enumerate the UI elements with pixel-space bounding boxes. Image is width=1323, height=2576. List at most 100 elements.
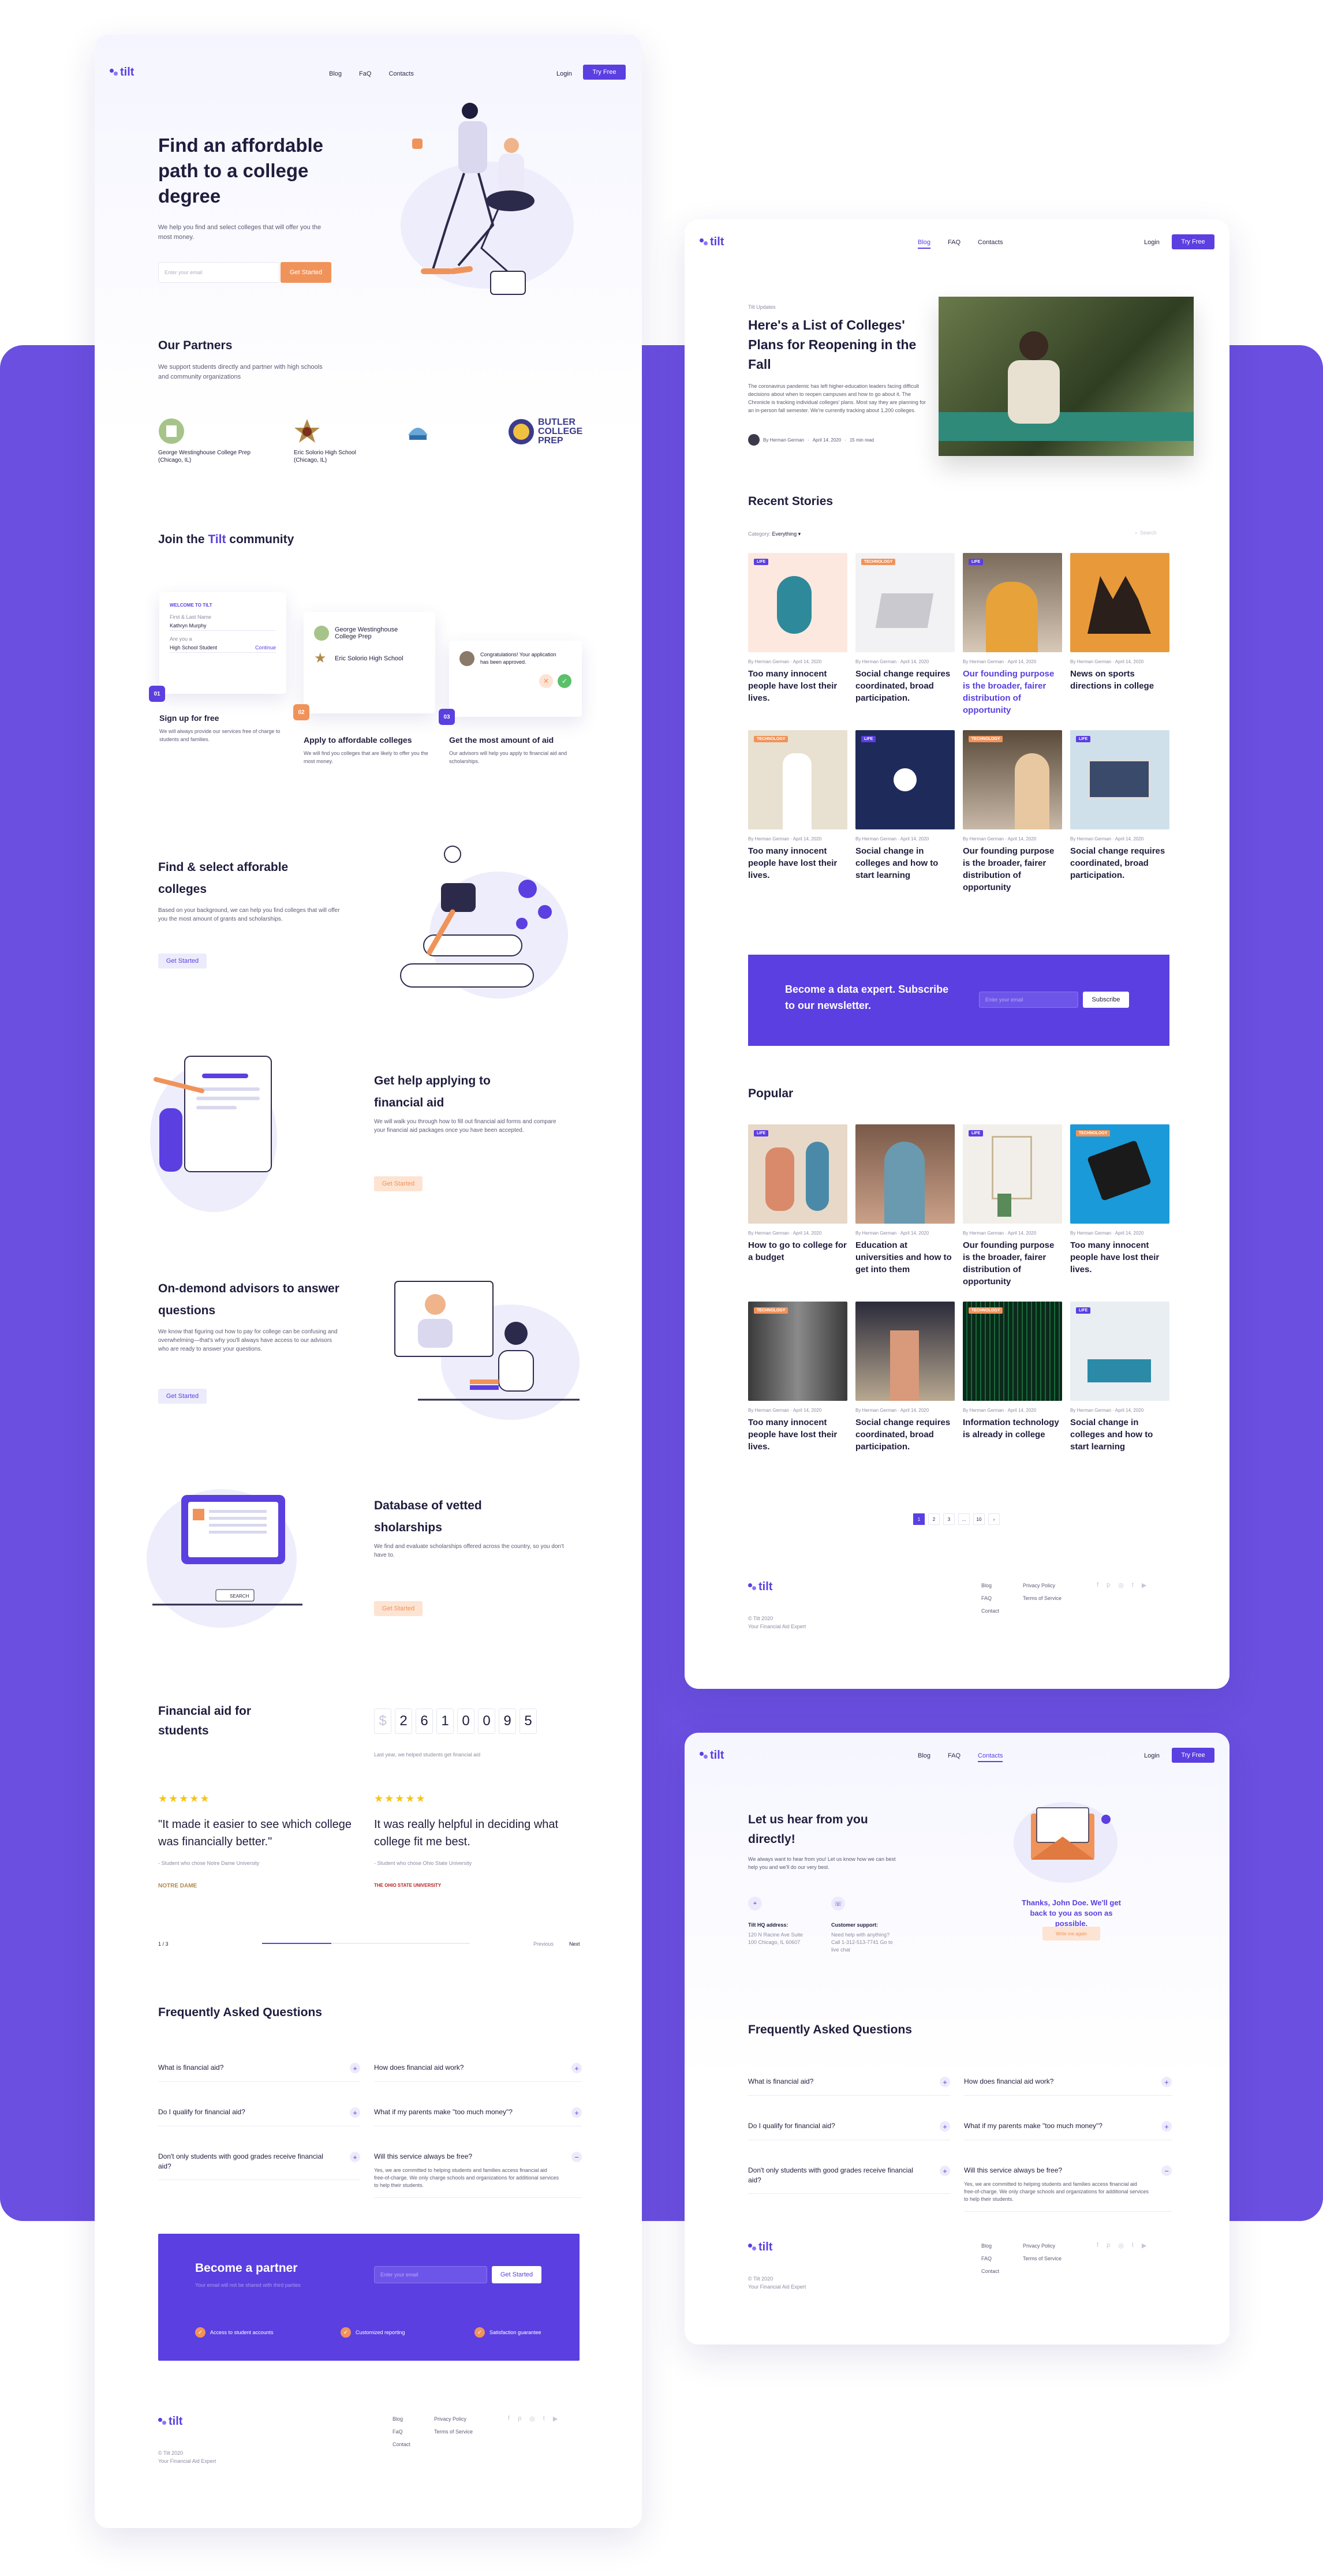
footer-link[interactable]: Blog	[981, 2239, 999, 2252]
plus-icon[interactable]: +	[940, 2166, 950, 2176]
faq-item-expanded[interactable]: Will this service always be free? − Yes, …	[964, 2166, 1172, 2212]
instagram-icon[interactable]: ◎	[1118, 2242, 1124, 2249]
footer-link[interactable]: Terms of Service	[1023, 1592, 1062, 1605]
hero-get-started-button[interactable]: Get Started	[281, 262, 331, 283]
footer-link[interactable]: Terms of Service	[434, 2425, 473, 2438]
story-card[interactable]: By Herman German · April 14, 2020 Social …	[855, 1302, 955, 1453]
plus-icon[interactable]: +	[350, 2107, 360, 2118]
plus-icon[interactable]: +	[1161, 2077, 1172, 2087]
faq-item[interactable]: How does financial aid work? +	[964, 2077, 1172, 2096]
story-card[interactable]: LIFE By Herman German · April 14, 2020 Soc…	[1070, 730, 1169, 893]
footer-logo[interactable]: tilt	[748, 1580, 772, 1594]
faq-item[interactable]: What if my parents make "too much money"…	[964, 2121, 1172, 2140]
footer-link[interactable]: Contact	[981, 1605, 999, 1617]
subscribe-button[interactable]: Subscribe	[1083, 992, 1129, 1008]
faq-item[interactable]: Do I qualify for financial aid? +	[158, 2107, 360, 2126]
plus-icon[interactable]: +	[571, 2107, 582, 2118]
story-card[interactable]: TECHNOLOGY By Herman German · April 14, 2…	[1070, 1124, 1169, 1288]
story-card[interactable]: TECHNOLOGY By Herman German · April 14, 2…	[963, 730, 1062, 893]
slider-prev[interactable]: Previous	[533, 1941, 554, 1948]
feature-get-started-button[interactable]: Get Started	[374, 1601, 423, 1616]
footer-link[interactable]: Privacy Policy	[1023, 2239, 1062, 2252]
story-card[interactable]: LIFE By Herman German · April 14, 2020 Soc…	[1070, 1302, 1169, 1453]
faq-item[interactable]: Do I qualify for financial aid? +	[748, 2121, 950, 2140]
slider-next[interactable]: Next	[569, 1941, 580, 1948]
twitter-icon[interactable]: t	[1132, 1582, 1134, 1589]
story-card[interactable]: TECHNOLOGY By Herman German · April 14, 2…	[748, 730, 847, 893]
signup-card-continue[interactable]: Continue	[255, 645, 276, 650]
footer-logo[interactable]: tilt	[748, 2241, 772, 2254]
footer-logo[interactable]: tilt	[158, 2415, 182, 2428]
partner-get-started-button[interactable]: Get Started	[492, 2266, 541, 2283]
story-card[interactable]: TECHNOLOGY By Herman German · April 14, 2…	[963, 1302, 1062, 1453]
story-card[interactable]: By Herman German · April 14, 2020 News on…	[1070, 553, 1169, 716]
feature-get-started-button[interactable]: Get Started	[158, 1389, 207, 1404]
minus-icon[interactable]: −	[571, 2152, 582, 2162]
nav-contacts[interactable]: Contacts	[978, 1752, 1003, 1762]
newsletter-email-input[interactable]: Enter your email	[979, 992, 1078, 1008]
story-card[interactable]: LIFE By Herman German · April 14, 2020 How…	[748, 1124, 847, 1288]
next-page-icon[interactable]: ›	[988, 1513, 1000, 1525]
footer-link[interactable]: Blog	[981, 1579, 999, 1592]
slider-track[interactable]	[262, 1943, 470, 1944]
story-card[interactable]: By Herman German · April 14, 2020 Educati…	[855, 1124, 955, 1288]
footer-link[interactable]: FAQ	[981, 2252, 999, 2265]
hero-email-input[interactable]: Enter your email	[158, 262, 279, 283]
footer-link[interactable]: FAQ	[981, 1592, 999, 1605]
youtube-icon[interactable]: ▶	[553, 2415, 558, 2422]
twitter-icon[interactable]: t	[1132, 2242, 1134, 2249]
story-card[interactable]: TECHNOLOGY By Herman German · April 14, 2…	[855, 553, 955, 716]
signup-card-role-select[interactable]: High School Student Continue	[170, 643, 276, 653]
try-free-button[interactable]: Try Free	[1172, 1748, 1214, 1763]
nav-blog[interactable]: Blog	[918, 1752, 930, 1762]
featured-title[interactable]: Here's a List of Colleges' Plans for Reo…	[748, 315, 921, 374]
logo[interactable]: tilt	[700, 1749, 724, 1762]
feature-get-started-button[interactable]: Get Started	[374, 1176, 423, 1191]
nav-contacts[interactable]: Contacts	[388, 70, 413, 77]
category-filter[interactable]: Category: Everything ▾	[748, 531, 801, 537]
nav-blog[interactable]: Blog	[329, 70, 342, 77]
plus-icon[interactable]: +	[350, 2063, 360, 2073]
page-button[interactable]: 1	[913, 1513, 925, 1525]
facebook-icon[interactable]: f	[1097, 2242, 1098, 2249]
story-card[interactable]: LIFE By Herman German · April 14, 2020 Our…	[963, 553, 1062, 716]
nav-faq[interactable]: FAQ	[948, 239, 961, 249]
nav-contacts[interactable]: Contacts	[978, 239, 1003, 249]
partner-email-input[interactable]: Enter your email	[374, 2266, 487, 2283]
plus-icon[interactable]: +	[1161, 2121, 1172, 2132]
faq-item[interactable]: Don't only students with good grades rec…	[158, 2152, 360, 2180]
faq-item[interactable]: What is financial aid? +	[748, 2077, 950, 2096]
approve-icon[interactable]: ✓	[558, 674, 571, 688]
footer-link[interactable]: Privacy Policy	[434, 2413, 473, 2425]
pinterest-icon[interactable]: p	[1107, 1582, 1110, 1589]
pinterest-icon[interactable]: p	[518, 2415, 521, 2422]
twitter-icon[interactable]: t	[543, 2415, 545, 2422]
footer-link[interactable]: Terms of Service	[1023, 2252, 1062, 2265]
facebook-icon[interactable]: f	[1097, 1582, 1098, 1589]
featured-image[interactable]	[939, 297, 1194, 456]
login-link[interactable]: Login	[1144, 239, 1160, 246]
story-card[interactable]: LIFE By Herman German · April 14, 2020 Soc…	[855, 730, 955, 893]
faq-item-expanded[interactable]: Will this service always be free? − Yes, …	[374, 2152, 582, 2198]
login-link[interactable]: Login	[1144, 1752, 1160, 1759]
pinterest-icon[interactable]: p	[1107, 2242, 1110, 2249]
faq-item[interactable]: How does financial aid work? +	[374, 2063, 582, 2082]
featured-author[interactable]: By Herman German	[763, 438, 804, 443]
nav-blog[interactable]: Blog	[918, 239, 931, 249]
page-button[interactable]: 10	[973, 1513, 985, 1525]
footer-link[interactable]: Privacy Policy	[1023, 1579, 1062, 1592]
page-button[interactable]: 2	[928, 1513, 940, 1525]
minus-icon[interactable]: −	[1161, 2166, 1172, 2176]
instagram-icon[interactable]: ◎	[1118, 1582, 1124, 1589]
plus-icon[interactable]: +	[940, 2077, 950, 2087]
footer-link[interactable]: Blog	[393, 2413, 410, 2425]
story-card[interactable]: TECHNOLOGY By Herman German · April 14, 2…	[748, 1302, 847, 1453]
story-card[interactable]: LIFE By Herman German · April 14, 2020 Too…	[748, 553, 847, 716]
nav-faq[interactable]: FAQ	[948, 1752, 961, 1762]
youtube-icon[interactable]: ▶	[1142, 1582, 1146, 1589]
faq-item[interactable]: What is financial aid? +	[158, 2063, 360, 2082]
try-free-button[interactable]: Try Free	[583, 65, 626, 80]
footer-link[interactable]: Contact	[981, 2265, 999, 2278]
login-link[interactable]: Login	[556, 70, 572, 77]
youtube-icon[interactable]: ▶	[1142, 2242, 1146, 2249]
